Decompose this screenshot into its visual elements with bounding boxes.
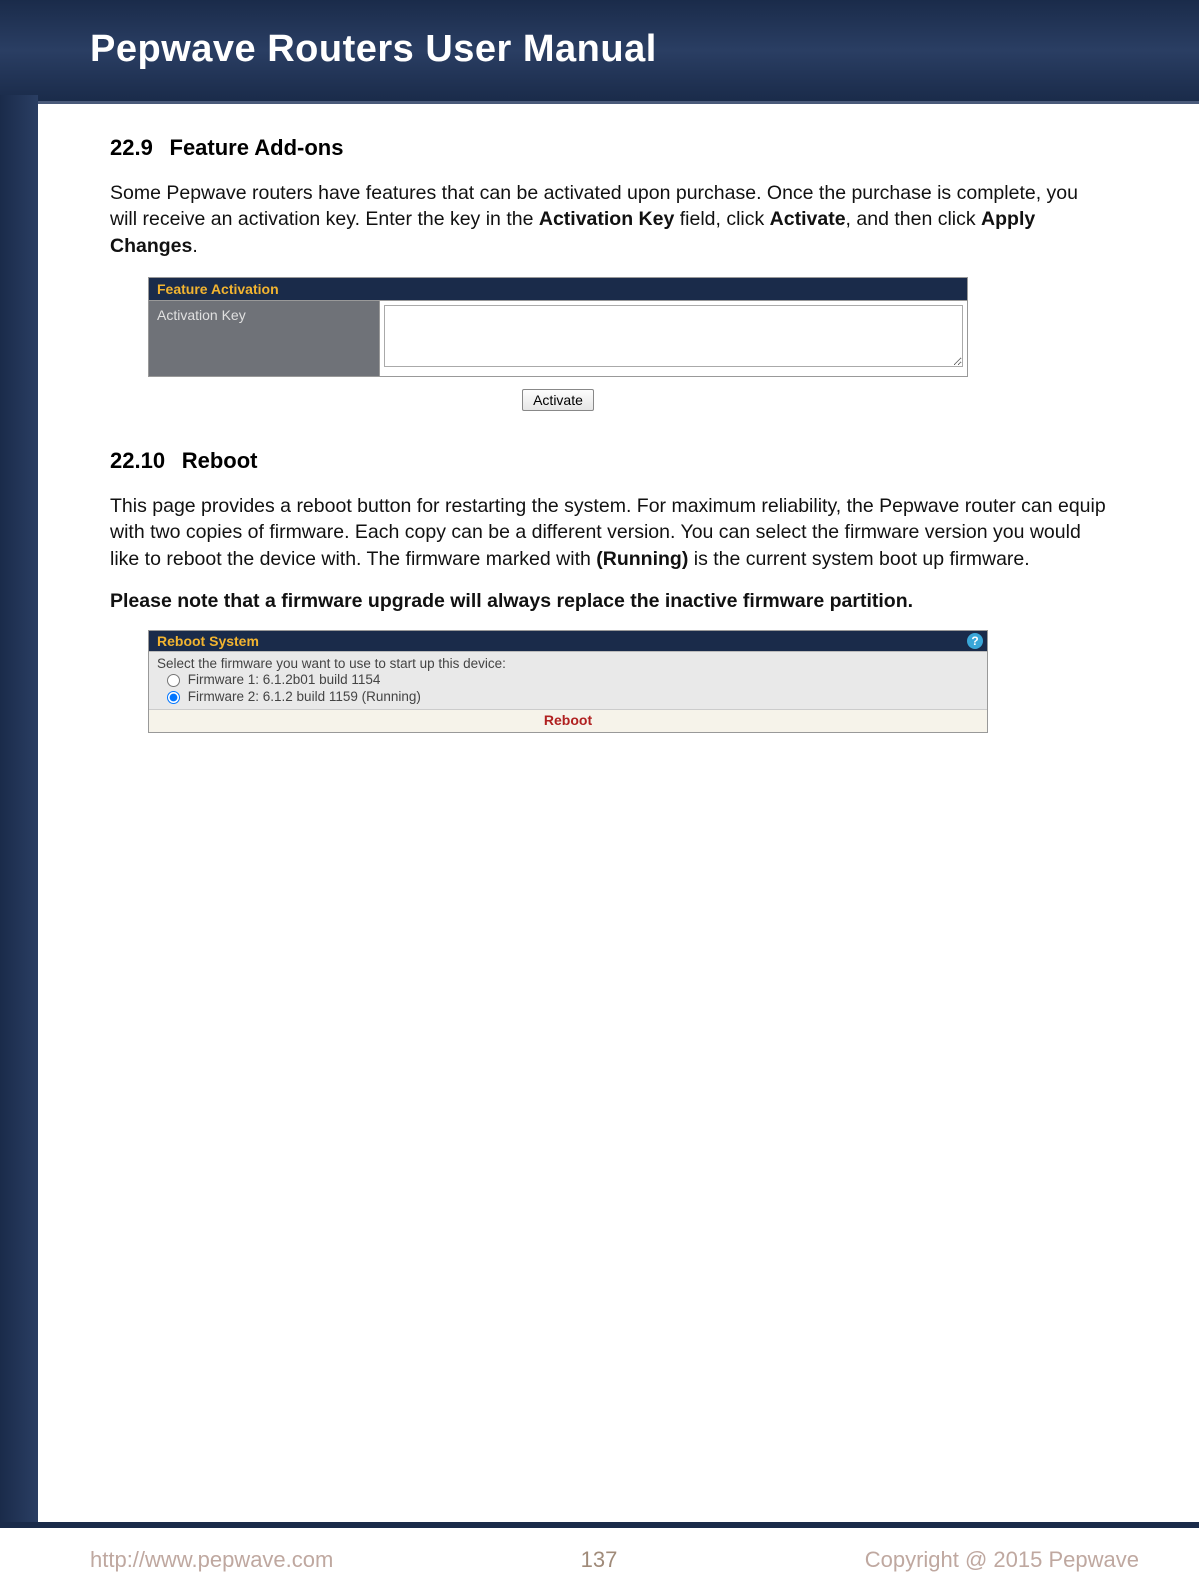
reboot-button-row: Reboot <box>149 709 987 732</box>
left-edge-decoration <box>0 95 38 1592</box>
footer-url: http://www.pepwave.com <box>90 1547 333 1573</box>
bold-activate: Activate <box>770 208 846 230</box>
section-title: Feature Add-ons <box>170 135 344 160</box>
text-fragment: field, click <box>674 208 769 230</box>
reboot-body: Select the firmware you want to use to s… <box>149 651 987 709</box>
firmware-radio-1[interactable] <box>167 674 180 687</box>
reboot-note: Please note that a firmware upgrade will… <box>110 588 1109 614</box>
help-icon[interactable]: ? <box>967 633 983 649</box>
firmware-option-2[interactable]: Firmware 2: 6.1.2 build 1159 (Running) <box>157 688 979 705</box>
panel-header-reboot-system: Reboot System ? <box>149 631 987 651</box>
reboot-button[interactable]: Reboot <box>544 712 592 728</box>
document-title: Pepwave Routers User Manual <box>90 28 1199 71</box>
firmware-radio-2[interactable] <box>167 691 180 704</box>
section-heading-feature-addons: 22.9 Feature Add-ons <box>110 134 1109 162</box>
activate-button[interactable]: Activate <box>522 389 594 411</box>
text-fragment: , and then click <box>846 208 982 230</box>
activation-key-cell <box>379 301 967 376</box>
bold-activation-key: Activation Key <box>539 208 674 230</box>
reboot-system-panel: Reboot System ? Select the firmware you … <box>148 630 988 733</box>
panel-header-feature-activation: Feature Activation <box>148 277 968 301</box>
reboot-paragraph: This page provides a reboot button for r… <box>110 493 1109 572</box>
section-title: Reboot <box>182 448 258 473</box>
activation-key-row: Activation Key <box>148 301 968 377</box>
activation-key-label: Activation Key <box>149 301 379 376</box>
section-number: 22.10 <box>110 448 165 473</box>
feature-activation-panel: Feature Activation Activation Key Activa… <box>148 277 968 423</box>
firmware-2-label: Firmware 2: 6.1.2 build 1159 (Running) <box>188 689 421 704</box>
page-number: 137 <box>581 1547 618 1573</box>
page-footer: http://www.pepwave.com 137 Copyright @ 2… <box>0 1522 1199 1592</box>
document-header: Pepwave Routers User Manual <box>0 0 1199 104</box>
activation-key-input[interactable] <box>384 305 963 367</box>
activate-button-row: Activate <box>148 377 968 423</box>
section-heading-reboot: 22.10 Reboot <box>110 447 1109 475</box>
firmware-1-label: Firmware 1: 6.1.2b01 build 1154 <box>188 672 381 687</box>
bold-running: (Running) <box>596 548 688 570</box>
text-fragment: is the current system boot up firmware. <box>688 548 1029 570</box>
footer-copyright: Copyright @ 2015 Pepwave <box>865 1547 1139 1573</box>
text-fragment: . <box>192 235 197 257</box>
section-number: 22.9 <box>110 135 153 160</box>
reboot-note-text: Please note that a firmware upgrade will… <box>110 590 913 612</box>
firmware-option-1[interactable]: Firmware 1: 6.1.2b01 build 1154 <box>157 671 979 688</box>
feature-addons-paragraph: Some Pepwave routers have features that … <box>110 180 1109 259</box>
reboot-header-label: Reboot System <box>157 633 259 649</box>
page-content: 22.9 Feature Add-ons Some Pepwave router… <box>0 104 1199 733</box>
firmware-instruction: Select the firmware you want to use to s… <box>157 656 979 671</box>
